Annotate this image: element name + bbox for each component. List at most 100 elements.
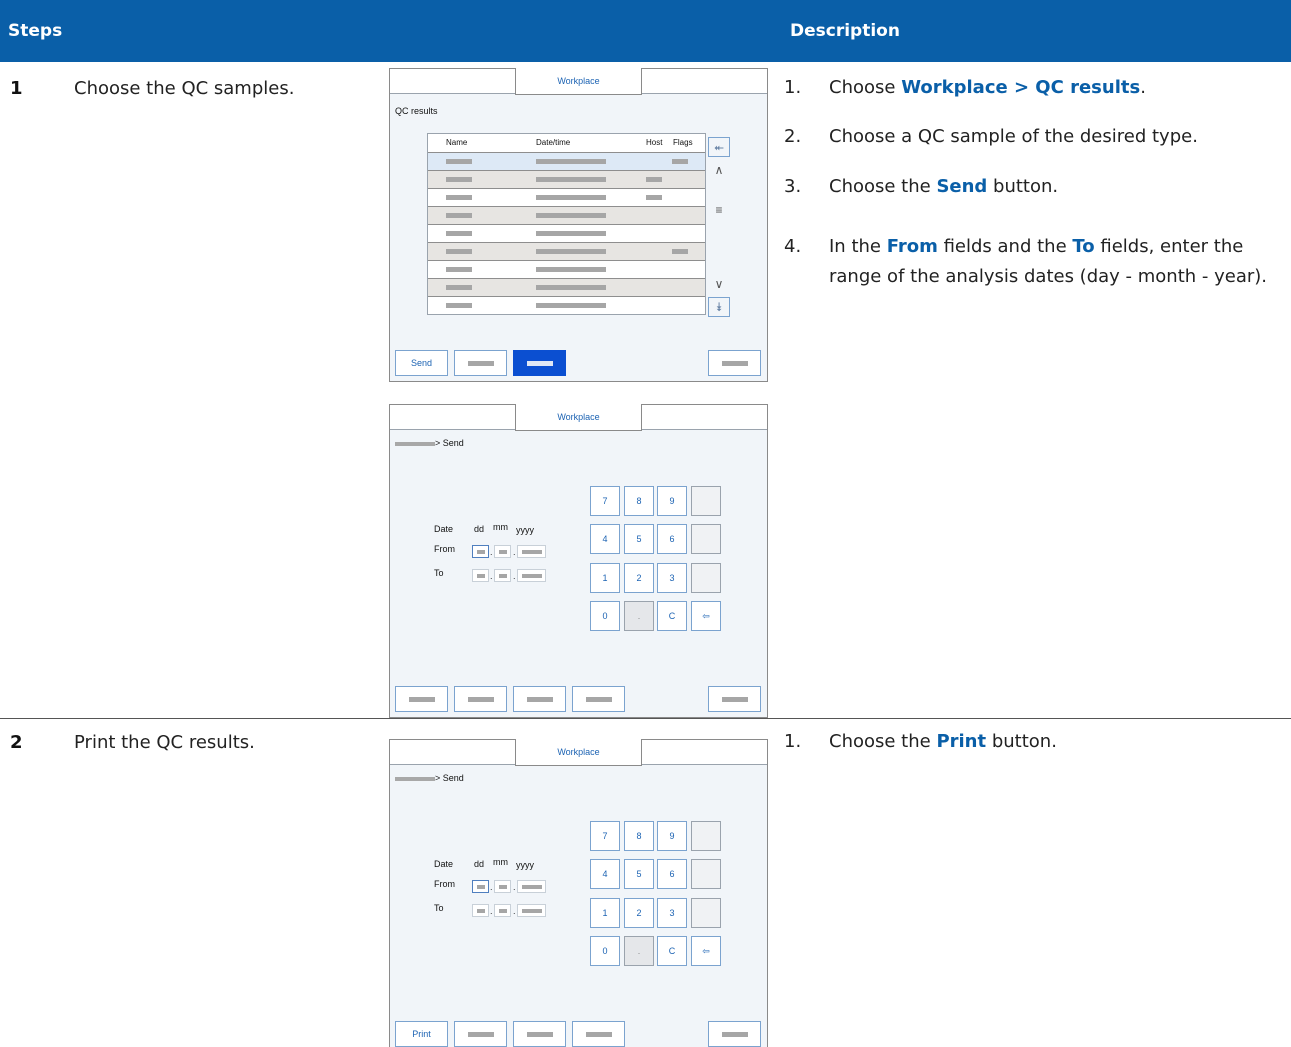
instruction-highlight: Print <box>936 731 987 752</box>
table-row[interactable] <box>428 152 705 170</box>
from-month-field[interactable] <box>494 880 511 893</box>
table-row[interactable] <box>428 224 705 242</box>
key-3[interactable]: 3 <box>657 898 687 928</box>
footer-button-right[interactable] <box>708 1021 761 1047</box>
footer-button-right[interactable] <box>708 686 761 712</box>
key-1[interactable]: 1 <box>590 898 620 928</box>
breadcrumb-label: > Send <box>435 773 464 783</box>
breadcrumb: > Send <box>395 438 464 448</box>
to-day-field[interactable] <box>472 569 489 582</box>
footer-button-2[interactable] <box>454 686 507 712</box>
from-month-field[interactable] <box>494 545 511 558</box>
key-3[interactable]: 3 <box>657 563 687 593</box>
column-host: Host <box>646 138 663 147</box>
footer-button-right[interactable] <box>708 350 761 376</box>
key-0[interactable]: 0 <box>590 601 620 631</box>
instruction-text: In the <box>829 236 887 257</box>
to-month-field[interactable] <box>494 569 511 582</box>
scroll-down-icon[interactable]: ∨ <box>708 277 730 291</box>
to-day-field[interactable] <box>472 904 489 917</box>
footer-button-4[interactable] <box>572 686 625 712</box>
table-row[interactable] <box>428 260 705 278</box>
screen-title: QC results <box>395 106 438 116</box>
footer-button-3[interactable] <box>513 350 566 376</box>
key-5[interactable]: 5 <box>624 524 654 554</box>
backspace-icon[interactable]: ⇦ <box>691 601 721 631</box>
table-row[interactable] <box>428 206 705 224</box>
to-label: To <box>434 568 444 578</box>
key-5[interactable]: 5 <box>624 859 654 889</box>
to-month-field[interactable] <box>494 904 511 917</box>
table-header-row: Name Date/time Host Flags <box>428 134 705 152</box>
key-6[interactable]: 6 <box>657 524 687 554</box>
key-1[interactable]: 1 <box>590 563 620 593</box>
table-row[interactable] <box>428 278 705 296</box>
instruction-text: Choose the <box>829 176 937 197</box>
key-9[interactable]: 9 <box>657 821 687 851</box>
instruction-text: fields and the <box>937 236 1073 257</box>
table-row[interactable] <box>428 242 705 260</box>
breadcrumb: > Send <box>395 773 464 783</box>
backspace-icon[interactable]: ⇦ <box>691 936 721 966</box>
step-1-title: Choose the QC samples. <box>74 78 295 99</box>
key-decimal: . <box>624 936 654 966</box>
key-blank <box>691 563 721 593</box>
key-7[interactable]: 7 <box>590 821 620 851</box>
key-6[interactable]: 6 <box>657 859 687 889</box>
footer-button-2[interactable] <box>454 1021 507 1047</box>
key-decimal: . <box>624 601 654 631</box>
tab-workplace[interactable]: Workplace <box>515 68 642 95</box>
key-4[interactable]: 4 <box>590 524 620 554</box>
format-dd: dd <box>474 524 485 534</box>
instruction-text: button. <box>986 731 1057 752</box>
key-4[interactable]: 4 <box>590 859 620 889</box>
key-2[interactable]: 2 <box>624 563 654 593</box>
scroll-handle-icon[interactable]: ≡ <box>708 203 730 217</box>
from-day-field[interactable] <box>472 880 489 893</box>
instruction-number: 1. <box>784 731 802 752</box>
key-0[interactable]: 0 <box>590 936 620 966</box>
footer-button-3[interactable] <box>513 1021 566 1047</box>
scroll-bottom-icon[interactable]: ⯯ <box>708 297 730 317</box>
key-8[interactable]: 8 <box>624 486 654 516</box>
footer-button-1[interactable] <box>395 686 448 712</box>
key-blank <box>691 821 721 851</box>
date-label: Date <box>434 859 454 869</box>
tab-workplace[interactable]: Workplace <box>515 404 642 431</box>
send-screen: Workplace > Send Date dd mm yyyy From To… <box>389 404 768 718</box>
table-row[interactable] <box>428 296 705 314</box>
step-1-number: 1 <box>10 78 23 99</box>
print-button[interactable]: Print <box>395 1021 448 1047</box>
from-label: From <box>434 544 455 554</box>
key-9[interactable]: 9 <box>657 486 687 516</box>
table-row[interactable] <box>428 170 705 188</box>
instruction-text: Choose a QC sample of the desired type. <box>829 126 1198 147</box>
send-button[interactable]: Send <box>395 350 448 376</box>
format-mm: mm <box>493 522 508 532</box>
to-year-field[interactable] <box>517 569 546 582</box>
tab-workplace[interactable]: Workplace <box>515 739 642 766</box>
from-year-field[interactable] <box>517 880 546 893</box>
key-8[interactable]: 8 <box>624 821 654 851</box>
instruction-highlight: To <box>1072 236 1095 257</box>
from-year-field[interactable] <box>517 545 546 558</box>
footer-button-4[interactable] <box>572 1021 625 1047</box>
to-year-field[interactable] <box>517 904 546 917</box>
qc-results-screen: Workplace QC results Name Date/time Host… <box>389 68 768 382</box>
scroll-top-icon[interactable]: ⯬ <box>708 137 730 157</box>
instruction-number: 4. <box>784 236 802 257</box>
breadcrumb-label: > Send <box>435 438 464 448</box>
key-clear[interactable]: C <box>657 601 687 631</box>
instruction-number: 3. <box>784 176 802 197</box>
key-7[interactable]: 7 <box>590 486 620 516</box>
footer-button-2[interactable] <box>454 350 507 376</box>
key-clear[interactable]: C <box>657 936 687 966</box>
key-2[interactable]: 2 <box>624 898 654 928</box>
instruction-number: 2. <box>784 126 802 147</box>
scroll-up-icon[interactable]: ∧ <box>708 163 730 177</box>
table-scrollbar[interactable]: ⯬ ∧ ≡ ∨ ⯯ <box>708 137 730 319</box>
table-row[interactable] <box>428 188 705 206</box>
footer-button-3[interactable] <box>513 686 566 712</box>
from-day-field[interactable] <box>472 545 489 558</box>
key-blank <box>691 524 721 554</box>
